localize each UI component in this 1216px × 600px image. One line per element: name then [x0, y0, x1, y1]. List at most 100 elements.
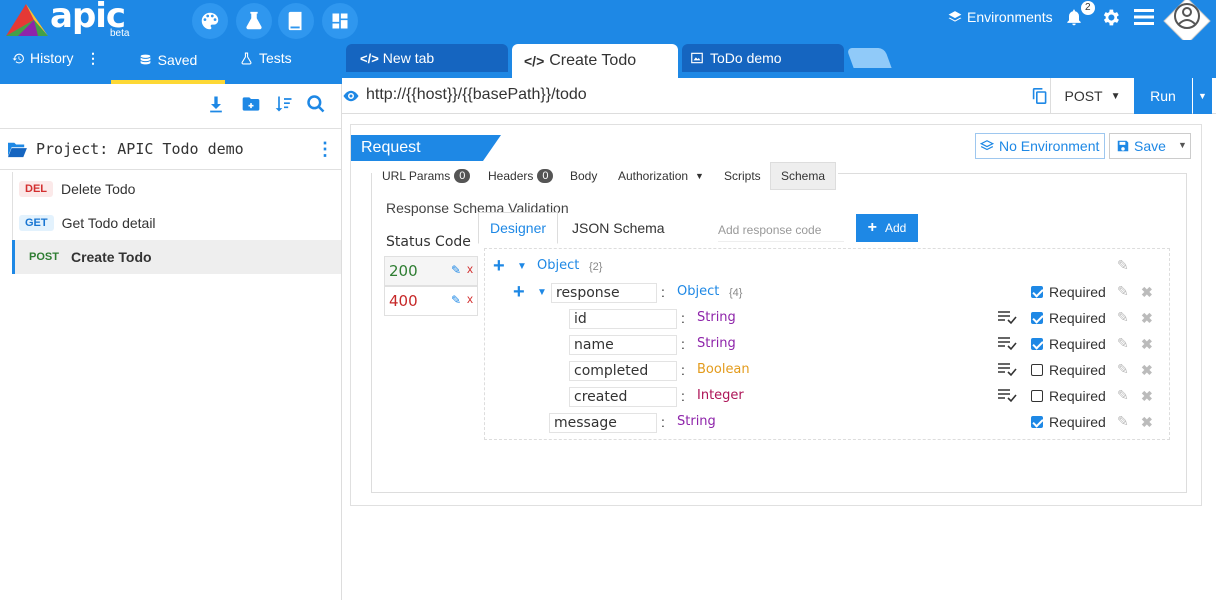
- property-name[interactable]: created: [569, 387, 677, 407]
- property-type[interactable]: String: [697, 336, 736, 351]
- environment-select[interactable]: No Environment: [975, 133, 1105, 159]
- request-name: Create Todo: [70, 249, 152, 265]
- property-name[interactable]: response: [551, 283, 657, 303]
- required-label: Required: [1049, 310, 1106, 326]
- theme-button[interactable]: [192, 3, 228, 39]
- add-code-button[interactable]: + Add: [856, 214, 918, 242]
- subtab-label: URL Params: [382, 169, 451, 183]
- required-checkbox[interactable]: Required: [1031, 362, 1106, 378]
- property-name[interactable]: completed: [569, 361, 677, 381]
- required-checkbox[interactable]: Required: [1031, 388, 1106, 404]
- edit-icon[interactable]: ✎: [1117, 283, 1129, 300]
- required-checkbox[interactable]: Required: [1031, 336, 1106, 352]
- new-tab-button[interactable]: [846, 48, 892, 68]
- delete-icon[interactable]: ✖: [1141, 310, 1153, 327]
- list-item-active[interactable]: POST Create Todo: [12, 240, 341, 274]
- sidebar-tab-history[interactable]: History: [12, 50, 74, 66]
- sidebar-tab-label: Saved: [157, 52, 198, 68]
- property-name[interactable]: id: [569, 309, 677, 329]
- menu-button[interactable]: [1134, 8, 1154, 29]
- method-badge: POST: [29, 251, 59, 263]
- sort-button[interactable]: [274, 94, 294, 117]
- sidebar-tab-saved[interactable]: Saved: [111, 40, 225, 84]
- subtab-body[interactable]: Body: [560, 162, 607, 190]
- collapse-icon[interactable]: ▼: [517, 261, 527, 272]
- property-type[interactable]: String: [697, 310, 736, 325]
- validations-icon[interactable]: [997, 361, 1017, 380]
- root-type[interactable]: Object: [537, 258, 579, 273]
- docs-button[interactable]: [278, 3, 314, 39]
- add-property-icon[interactable]: +: [513, 281, 525, 304]
- subtab-url-params[interactable]: URL Params 0: [372, 162, 480, 190]
- subtab-scripts[interactable]: Scripts: [714, 162, 771, 190]
- search-button[interactable]: [306, 94, 326, 117]
- property-type[interactable]: String: [677, 414, 716, 429]
- tab-label: New tab: [382, 50, 435, 66]
- run-options-button[interactable]: ▼: [1193, 78, 1212, 114]
- environment-label: No Environment: [999, 138, 1100, 154]
- delete-icon[interactable]: x: [467, 292, 473, 306]
- import-button[interactable]: [206, 94, 226, 117]
- delete-icon[interactable]: x: [467, 262, 473, 276]
- tab-create-todo[interactable]: </> Create Todo: [512, 44, 678, 78]
- tab-todo-demo[interactable]: ToDo demo: [682, 44, 844, 72]
- sidebar-tab-tests[interactable]: Tests: [240, 50, 292, 66]
- add-folder-button[interactable]: [240, 94, 262, 117]
- tab-new-tab[interactable]: </> New tab: [346, 44, 508, 72]
- copy-icon[interactable]: [1032, 87, 1048, 105]
- edit-icon[interactable]: ✎: [1117, 309, 1129, 326]
- tests-button[interactable]: [236, 3, 272, 39]
- required-checkbox[interactable]: Required: [1031, 284, 1106, 300]
- subtab-headers[interactable]: Headers 0: [478, 162, 563, 190]
- project-more-icon[interactable]: ⋮: [316, 139, 334, 160]
- collapse-icon[interactable]: ▼: [537, 287, 547, 298]
- property-name[interactable]: name: [569, 335, 677, 355]
- delete-icon[interactable]: ✖: [1141, 284, 1153, 301]
- property-type[interactable]: Object: [677, 284, 719, 299]
- status-code-item[interactable]: 400 ✎ x: [384, 286, 478, 316]
- validations-icon[interactable]: [997, 387, 1017, 406]
- list-item[interactable]: DEL Delete Todo: [12, 172, 341, 206]
- required-checkbox[interactable]: Required: [1031, 414, 1106, 430]
- add-property-icon[interactable]: +: [493, 255, 505, 278]
- edit-icon[interactable]: ✎: [451, 263, 461, 277]
- edit-icon[interactable]: ✎: [1117, 387, 1129, 404]
- notification-count: 2: [1081, 1, 1095, 15]
- edit-icon[interactable]: ✎: [1117, 257, 1129, 274]
- tab-json-schema[interactable]: JSON Schema: [572, 220, 665, 236]
- delete-icon[interactable]: ✖: [1141, 362, 1153, 379]
- delete-icon[interactable]: ✖: [1141, 388, 1153, 405]
- sidebar-more-button[interactable]: ⋮: [86, 50, 100, 67]
- property-type[interactable]: Integer: [697, 388, 744, 403]
- add-response-code-input[interactable]: Add response code: [718, 218, 844, 242]
- property-name[interactable]: message: [549, 413, 657, 433]
- edit-icon[interactable]: ✎: [1117, 361, 1129, 378]
- property-type[interactable]: Boolean: [697, 362, 750, 377]
- required-checkbox[interactable]: Required: [1031, 310, 1106, 326]
- separator: :: [681, 362, 685, 378]
- settings-button[interactable]: [1100, 7, 1121, 31]
- environments-menu[interactable]: Environments: [948, 9, 1053, 25]
- subtab-schema[interactable]: Schema: [770, 162, 837, 190]
- edit-icon[interactable]: ✎: [1117, 335, 1129, 352]
- dashboard-button[interactable]: [322, 3, 358, 39]
- status-code-item[interactable]: 200 ✎ x: [384, 256, 478, 286]
- validations-icon[interactable]: [997, 335, 1017, 354]
- delete-icon[interactable]: ✖: [1141, 336, 1153, 353]
- validations-icon[interactable]: [997, 309, 1017, 328]
- top-bar: apic beta Environments 2: [0, 0, 1216, 45]
- edit-icon[interactable]: ✎: [451, 293, 461, 307]
- edit-icon[interactable]: ✎: [1117, 413, 1129, 430]
- subtab-authorization[interactable]: Authorization ▼: [608, 162, 714, 190]
- project-header[interactable]: Project: APIC Todo demo ⋮: [0, 128, 341, 170]
- save-button[interactable]: Save ▼: [1109, 133, 1191, 159]
- notifications-button[interactable]: 2: [1064, 1, 1095, 31]
- delete-icon[interactable]: ✖: [1141, 414, 1153, 431]
- list-item[interactable]: GET Get Todo detail: [12, 206, 341, 240]
- eye-icon[interactable]: [342, 88, 360, 104]
- method-select[interactable]: POST ▼: [1050, 78, 1134, 114]
- tab-designer[interactable]: Designer: [478, 212, 558, 244]
- url-input[interactable]: http://{{host}}/{{basePath}}/todo: [366, 86, 587, 104]
- run-button[interactable]: Run: [1134, 78, 1192, 114]
- required-label: Required: [1049, 414, 1106, 430]
